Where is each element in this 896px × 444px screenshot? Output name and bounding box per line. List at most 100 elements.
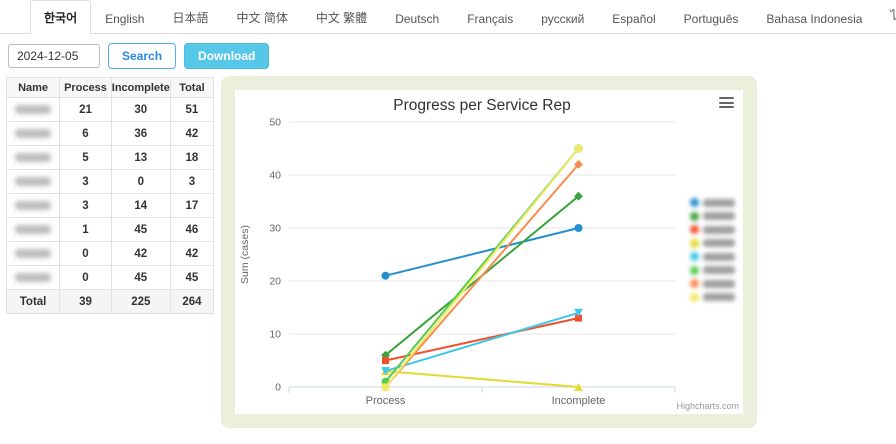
incomplete-cell: 0 [111, 170, 170, 194]
tab-language-6[interactable]: Français [453, 3, 527, 34]
legend-item-0[interactable] [690, 198, 738, 207]
table-row: 14546 [7, 218, 214, 242]
tab-language-9[interactable]: Português [670, 3, 753, 34]
legend-item-2[interactable] [690, 225, 738, 234]
toolbar: Search Download [0, 34, 896, 77]
legend-marker-icon [690, 212, 699, 221]
legend-label-blurred [703, 266, 735, 274]
blurred-rep-name [15, 273, 51, 282]
tab-language-7[interactable]: русский [527, 3, 598, 34]
tab-language-10[interactable]: Bahasa Indonesia [752, 3, 876, 34]
language-tabbar: 한국어English日本語中文 简体中文 繁體DeutschFrançaisру… [0, 0, 896, 34]
rep-name-cell [7, 122, 60, 146]
tab-language-11[interactable]: ไทย [876, 0, 896, 34]
rep-name-cell [7, 98, 60, 122]
tab-language-1[interactable]: English [91, 3, 158, 34]
y-tick-label: 10 [269, 329, 281, 341]
process-cell: 3 [60, 170, 112, 194]
total-label-cell: Total [7, 290, 60, 314]
x-category-label: Incomplete [552, 395, 606, 407]
process-cell: 0 [60, 242, 112, 266]
incomplete-cell: 30 [111, 98, 170, 122]
legend-item-7[interactable] [690, 293, 738, 302]
series-marker [575, 145, 582, 152]
table-header: NameProcessIncompleteTotal [7, 78, 214, 98]
series-marker [382, 357, 389, 364]
legend-item-5[interactable] [690, 266, 738, 275]
total-cell: 51 [170, 98, 213, 122]
chart-title: Progress per Service Rep [393, 97, 570, 114]
y-tick-label: 20 [269, 276, 281, 288]
legend-marker-icon [690, 252, 699, 261]
legend-item-4[interactable] [690, 252, 738, 261]
highcharts-credit[interactable]: Highcharts.com [676, 401, 739, 411]
chart-canvas: 0 10 20 30 40 50 Process Incomplete Progress per… [235, 90, 743, 414]
legend-item-6[interactable] [690, 279, 738, 288]
total-cell: 46 [170, 218, 213, 242]
series-marker [382, 272, 390, 280]
chart: 0 10 20 30 40 50 Process Incomplete Progress per… [235, 90, 743, 414]
blurred-rep-name [15, 201, 51, 210]
download-button[interactable]: Download [184, 43, 269, 69]
process-cell: 21 [60, 98, 112, 122]
series-line-6 [386, 164, 579, 387]
column-header-incomplete: Incomplete [111, 78, 170, 98]
legend-label-blurred [703, 293, 735, 301]
process-cell: 5 [60, 146, 112, 170]
legend-marker-icon [690, 239, 699, 248]
x-category-label: Process [366, 395, 406, 407]
rep-name-cell [7, 170, 60, 194]
legend-label-blurred [703, 199, 735, 207]
chart-menu-icon[interactable] [719, 97, 734, 108]
tab-language-2[interactable]: 日本語 [158, 0, 222, 34]
tab-language-3[interactable]: 中文 简体 [223, 0, 302, 34]
legend-marker-icon [690, 279, 699, 288]
column-header-name: Name [7, 78, 60, 98]
chart-legend [690, 198, 738, 302]
total-cell: 42 [170, 242, 213, 266]
incomplete-cell: 14 [111, 194, 170, 218]
legend-marker-icon [690, 198, 699, 207]
column-header-process: Process [60, 78, 112, 98]
date-input[interactable] [8, 44, 100, 68]
tab-language-4[interactable]: 中文 繁體 [302, 0, 381, 34]
legend-label-blurred [703, 280, 735, 288]
y-tick-label: 50 [269, 117, 281, 129]
legend-item-3[interactable] [690, 239, 738, 248]
table-row: 63642 [7, 122, 214, 146]
table-row: 04545 [7, 266, 214, 290]
column-header-total: Total [170, 78, 213, 98]
total-total-cell: 264 [170, 290, 213, 314]
blurred-rep-name [15, 129, 51, 138]
table-row: 303 [7, 170, 214, 194]
legend-label-blurred [703, 253, 735, 261]
series-line-3 [386, 371, 579, 387]
table-row: 04242 [7, 242, 214, 266]
blurred-rep-name [15, 105, 51, 114]
table-row: 213051 [7, 98, 214, 122]
legend-label-blurred [703, 226, 735, 234]
process-cell: 0 [60, 266, 112, 290]
y-tick-label: 40 [269, 170, 281, 182]
total-cell: 18 [170, 146, 213, 170]
total-cell: 42 [170, 122, 213, 146]
incomplete-cell: 13 [111, 146, 170, 170]
chart-panel: 0 10 20 30 40 50 Process Incomplete Progress per… [221, 76, 757, 428]
tab-language-8[interactable]: Español [598, 3, 669, 34]
incomplete-cell: 42 [111, 242, 170, 266]
series-marker [382, 384, 389, 391]
y-tick-label: 0 [275, 382, 281, 394]
blurred-rep-name [15, 177, 51, 186]
legend-marker-icon [690, 225, 699, 234]
tab-language-5[interactable]: Deutsch [381, 3, 453, 34]
rep-name-cell [7, 266, 60, 290]
legend-item-1[interactable] [690, 212, 738, 221]
total-cell: 45 [170, 266, 213, 290]
tab-language-0[interactable]: 한국어 [30, 0, 91, 34]
main-content: NameProcessIncompleteTotal 2130516364251… [0, 77, 896, 428]
y-tick-label: 30 [269, 223, 281, 235]
total-incomplete-cell: 225 [111, 290, 170, 314]
process-cell: 3 [60, 194, 112, 218]
incomplete-cell: 45 [111, 266, 170, 290]
search-button[interactable]: Search [108, 43, 176, 69]
